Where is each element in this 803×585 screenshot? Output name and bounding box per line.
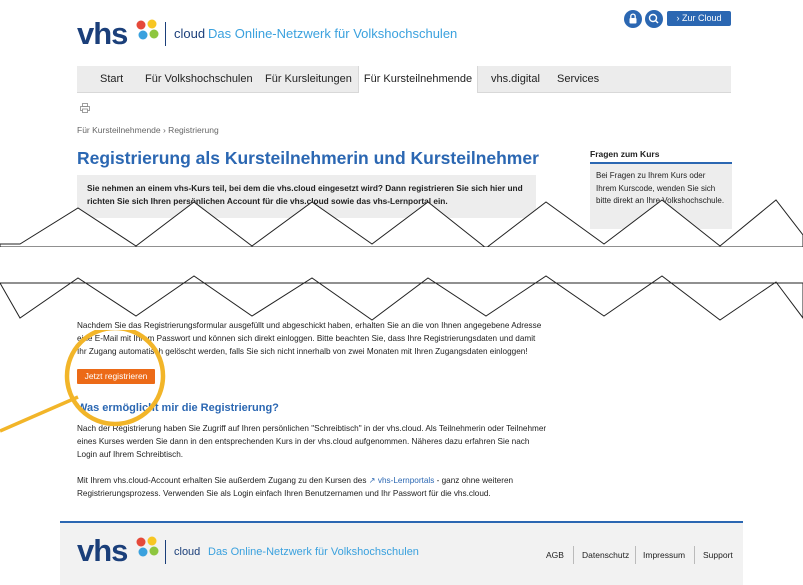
lock-icon[interactable] bbox=[624, 10, 642, 28]
lernportal-text-before: Mit Ihrem vhs.cloud-Account erhalten Sie… bbox=[77, 476, 369, 485]
zur-cloud-button[interactable]: › Zur Cloud bbox=[667, 11, 731, 26]
lernportal-text: Mit Ihrem vhs.cloud-Account erhalten Sie… bbox=[77, 474, 547, 500]
nav-item-volkshochschulen[interactable]: Für Volkshochschulen bbox=[145, 66, 253, 92]
footer-logo-vhs[interactable]: vhs bbox=[77, 533, 128, 569]
search-icon[interactable] bbox=[645, 10, 663, 28]
footer-link-impressum[interactable]: Impressum bbox=[643, 550, 685, 560]
footer-logo-divider bbox=[165, 540, 166, 564]
nav-item-kursleitungen[interactable]: Für Kursleitungen bbox=[265, 66, 352, 92]
page-title: Registrierung als Kursteilnehmerin und K… bbox=[77, 148, 539, 168]
logo-vhs[interactable]: vhs bbox=[77, 16, 128, 52]
section-heading: Was ermöglicht mir die Registrierung? bbox=[77, 402, 279, 414]
footer-link-support[interactable]: Support bbox=[703, 550, 733, 560]
logo-divider bbox=[165, 22, 166, 46]
nav-item-start[interactable]: Start bbox=[100, 66, 123, 92]
sidebar-title: Fragen zum Kurs bbox=[590, 149, 660, 159]
registration-benefits-text: Nach der Registrierung haben Sie Zugriff… bbox=[77, 424, 547, 459]
footer-divider bbox=[694, 546, 695, 564]
footer-link-datenschutz[interactable]: Datenschutz bbox=[582, 550, 629, 560]
footer-divider bbox=[573, 546, 574, 564]
partial-heading: regi bbox=[98, 238, 117, 249]
logo-cloud-text: cloud bbox=[174, 26, 206, 41]
sidebar-box: Bei Fragen zu Ihrem Kurs oder Ihrem Kurs… bbox=[590, 164, 732, 229]
footer-logo-cloud-text: cloud bbox=[174, 546, 201, 558]
footer-divider bbox=[635, 546, 636, 564]
footer-link-agb[interactable]: AGB bbox=[546, 550, 564, 560]
lernportal-link[interactable]: ↗ vhs-Lernportals bbox=[369, 476, 435, 485]
breadcrumb[interactable]: Für Kursteilnehmende › Registrierung bbox=[77, 125, 219, 135]
intro-text: Sie nehmen an einem vhs-Kurs teil, bei d… bbox=[87, 183, 523, 206]
sidebar-text: Bei Fragen zu Ihrem Kurs oder Ihrem Kurs… bbox=[596, 171, 725, 205]
nav-item-kursteilnehmende[interactable]: Für Kursteilnehmende bbox=[358, 66, 478, 93]
nav-item-services[interactable]: Services bbox=[557, 66, 599, 92]
header-tagline: Das Online-Netzwerk für Volkshochschulen bbox=[208, 26, 458, 41]
footer-logo-dots-icon bbox=[136, 536, 159, 557]
print-icon[interactable] bbox=[80, 103, 90, 113]
footer-tagline: Das Online-Netzwerk für Volkshochschulen bbox=[208, 546, 419, 558]
logo-dots-icon bbox=[136, 19, 159, 40]
nav-item-vhs-digital[interactable]: vhs.digital bbox=[491, 66, 540, 92]
after-registration-text: Nachdem Sie das Registrierungsformular a… bbox=[77, 321, 542, 356]
intro-box: Sie nehmen an einem vhs-Kurs teil, bei d… bbox=[77, 175, 536, 218]
main-nav: Start Für Volkshochschulen Für Kursleitu… bbox=[77, 66, 731, 93]
register-button[interactable]: Jetzt registrieren bbox=[77, 369, 155, 384]
